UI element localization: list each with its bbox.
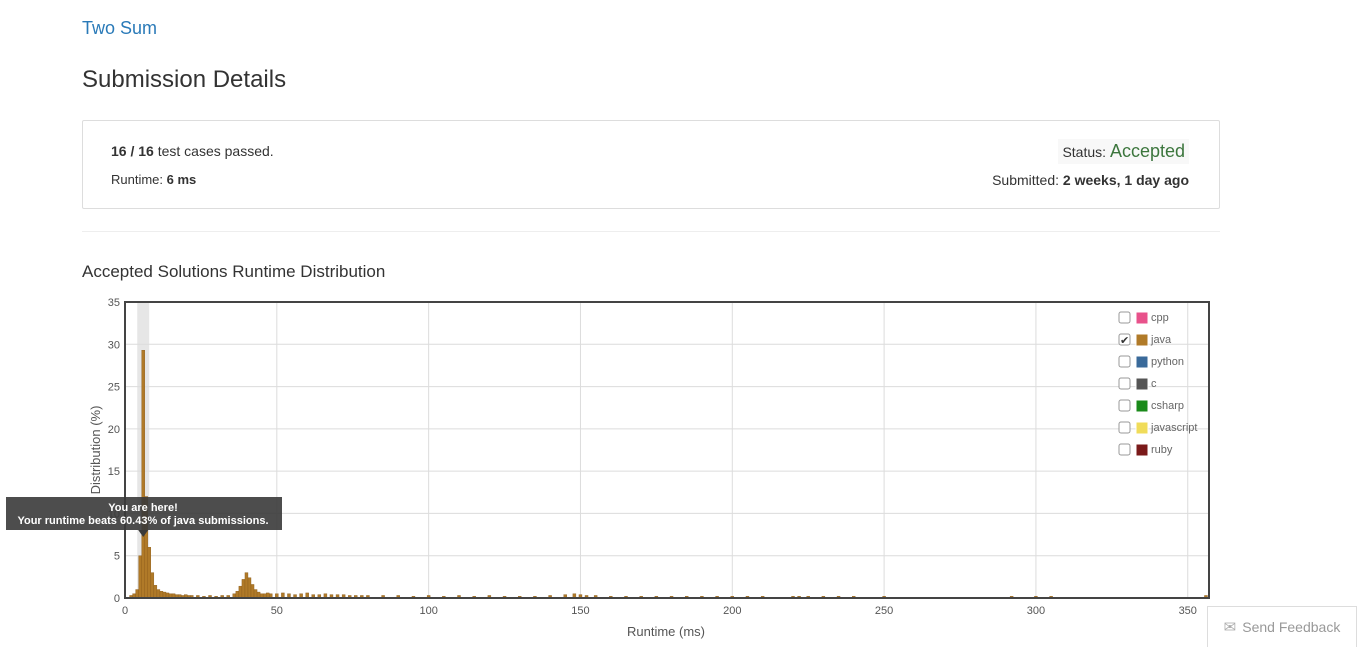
legend-swatch (1135, 399, 1149, 413)
runtime-label: Runtime: (111, 172, 164, 187)
legend-label-java: java (1150, 334, 1172, 346)
runtime-distribution-chart: 05010015020025030035005101520253035Runti… (6, 297, 1210, 639)
bar (238, 585, 243, 599)
legend-swatch (1135, 443, 1149, 457)
legend-checkbox (1118, 421, 1131, 434)
bar (241, 579, 246, 599)
bar (235, 591, 240, 599)
bar (250, 584, 255, 599)
legend-swatch (1135, 377, 1149, 391)
x-tick-label: 50 (271, 605, 283, 617)
x-tick-label: 350 (1179, 605, 1197, 617)
y-tick-label: 30 (108, 339, 120, 351)
bar (150, 572, 155, 599)
plot-frame (124, 301, 1210, 599)
x-tick-label: 0 (122, 605, 128, 617)
bar (135, 589, 139, 599)
submission-summary: 16 / 16 test cases passed. Runtime: 6 ms… (82, 120, 1220, 209)
y-tick-label: 15 (108, 466, 120, 478)
y-axis-label: Distribution (%) (88, 406, 103, 495)
x-axis-label: Runtime (ms) (627, 624, 705, 639)
legend-swatch (1135, 311, 1149, 325)
bar (147, 547, 151, 599)
envelope-icon: ✉ (1223, 619, 1237, 636)
submitted-line: Submitted: 2 weeks, 1 day ago (992, 172, 1189, 188)
page-title: Submission Details (82, 66, 287, 93)
legend-checkbox (1118, 355, 1131, 368)
tooltip-line1: You are here! (108, 502, 178, 514)
runtime-value: 6 ms (166, 172, 197, 187)
status-badge: Accepted (1109, 141, 1185, 161)
legend-checkbox (1118, 443, 1131, 456)
legend-swatch (1135, 355, 1149, 369)
status-line: Status: Accepted (1058, 139, 1189, 164)
legend-label-cpp: cpp (1151, 312, 1169, 324)
x-tick-label: 100 (419, 605, 437, 617)
x-tick-label: 250 (875, 605, 893, 617)
legend-label-javascript: javascript (1150, 422, 1197, 434)
legend-checkbox (1118, 399, 1131, 412)
passed-count: 16 (111, 143, 127, 159)
check-icon: ✔ (1120, 334, 1129, 347)
tooltip-line2: Your runtime beats 60.43% of java submis… (17, 515, 268, 527)
bar (244, 572, 249, 599)
bar (159, 591, 164, 599)
status-label: Status: (1062, 144, 1107, 160)
y-tick-label: 0 (114, 593, 120, 605)
bar (141, 350, 145, 599)
legend-label-csharp: csharp (1151, 400, 1184, 412)
x-tick-label: 150 (571, 605, 589, 617)
bar (156, 589, 161, 599)
legend-swatch (1135, 333, 1149, 347)
y-tick-label: 5 (114, 551, 120, 563)
bar (153, 585, 158, 599)
bar (247, 577, 252, 599)
x-tick-label: 200 (723, 605, 741, 617)
bar (138, 555, 142, 599)
distribution-title: Accepted Solutions Runtime Distribution (82, 262, 386, 281)
y-tick-label: 35 (108, 297, 120, 309)
test-cases-text: 16 / 16 test cases passed. (111, 143, 274, 159)
divider (82, 231, 1220, 232)
legend-label-c: c (1151, 378, 1157, 390)
legend-checkbox (1118, 311, 1131, 324)
legend-swatch (1135, 421, 1149, 435)
send-feedback-button[interactable]: ✉ Send Feedback (1207, 606, 1357, 647)
problem-title-link[interactable]: Two Sum (82, 18, 157, 39)
passed-text: test cases passed. (157, 143, 274, 159)
legend-label-ruby: ruby (1151, 444, 1173, 456)
y-tick-label: 25 (108, 382, 120, 394)
submitted-value: 2 weeks, 1 day ago (1062, 172, 1189, 188)
bar (253, 589, 258, 599)
x-tick-label: 300 (1027, 605, 1045, 617)
submitted-label: Submitted: (992, 172, 1060, 188)
send-feedback-label: Send Feedback (1242, 619, 1341, 635)
legend-label-python: python (1151, 356, 1184, 368)
y-tick-label: 20 (108, 424, 120, 436)
legend-checkbox (1118, 377, 1131, 390)
runtime-line: Runtime: 6 ms (111, 172, 196, 187)
total-count: 16 (138, 143, 154, 159)
